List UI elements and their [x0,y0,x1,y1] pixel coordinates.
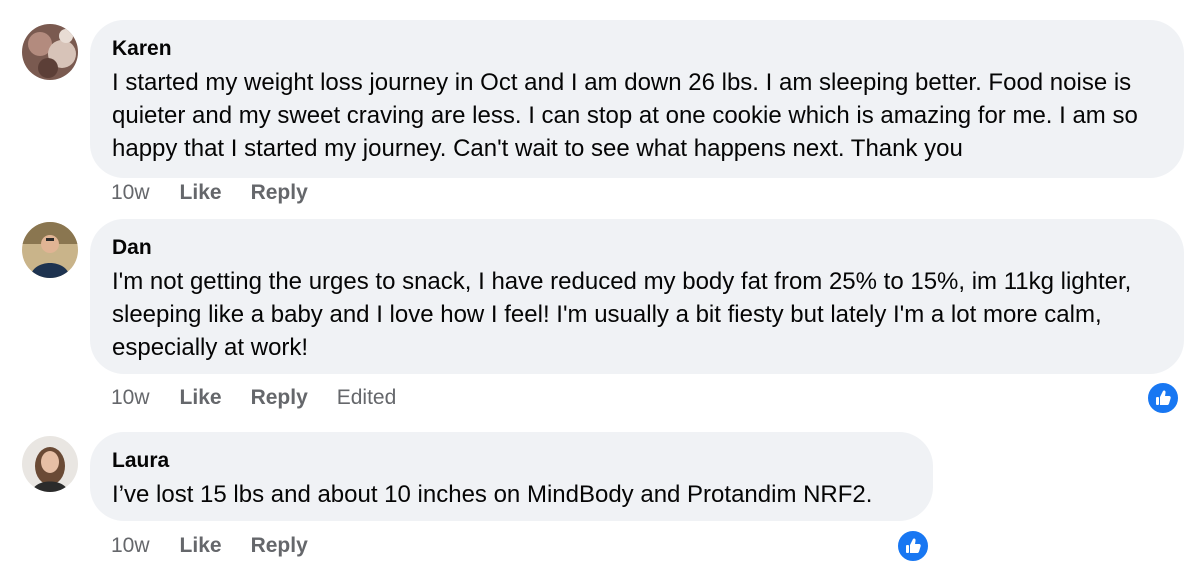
comment-time[interactable]: 10w [111,181,150,205]
edited-label: Edited [336,386,397,409]
reply-button[interactable]: Reply [251,534,308,558]
comment-time[interactable]: 10w [111,386,150,410]
comment-text: I’ve lost 15 lbs and about 10 inches on … [112,481,873,508]
comment-author[interactable]: Laura [112,448,911,474]
avatar-image [22,24,78,80]
like-button[interactable]: Like [180,534,222,558]
avatar[interactable] [22,222,78,278]
comment-text: I started my weight loss journey in Oct … [112,69,1138,162]
avatar-image [22,436,78,492]
avatar[interactable] [22,436,78,492]
reply-button[interactable]: Reply [251,386,308,410]
comment-text: I'm not getting the urges to snack, I ha… [112,268,1132,361]
comment-author[interactable]: Karen [112,36,1162,62]
avatar[interactable] [22,24,78,80]
comment-actions: 10w Like Reply [111,181,337,205]
like-button[interactable]: Like [180,386,222,410]
like-button[interactable]: Like [180,181,222,205]
comment-time[interactable]: 10w [111,534,150,558]
reply-button[interactable]: Reply [251,181,308,205]
comment-bubble: Dan I'm not getting the urges to snack, … [90,219,1184,374]
comment-actions: 10w Like Reply [111,534,337,558]
thumbs-up-icon[interactable] [1146,381,1180,415]
thumbs-up-icon[interactable] [896,529,930,563]
comment-bubble: Karen I started my weight loss journey i… [90,20,1184,178]
comment-actions: 10w Like Reply Edited [111,386,396,410]
avatar-image [22,222,78,278]
comment-bubble: Laura I’ve lost 15 lbs and about 10 inch… [90,432,933,521]
comment-author[interactable]: Dan [112,235,1162,261]
